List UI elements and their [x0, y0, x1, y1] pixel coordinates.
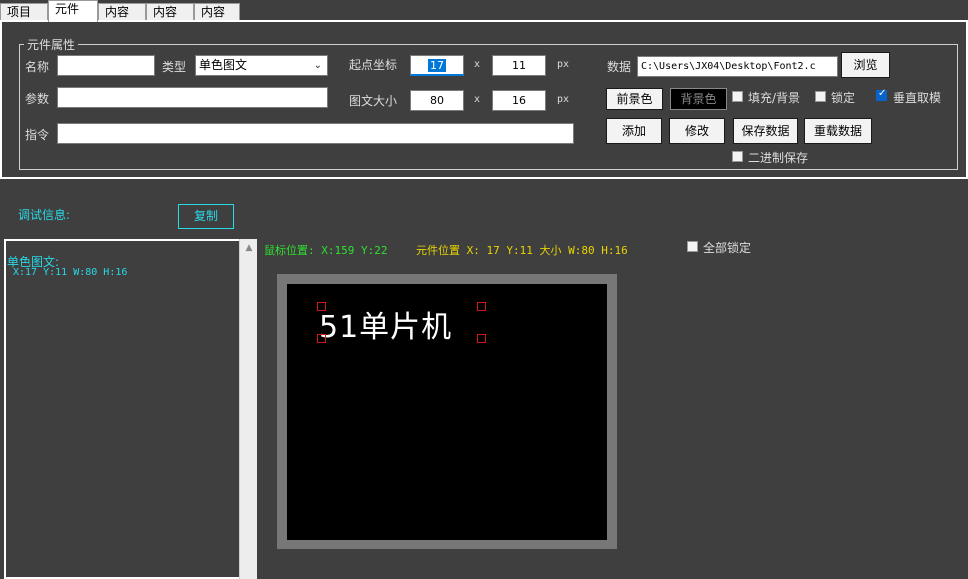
size-label: 图文大小: [349, 94, 398, 108]
data-path-input[interactable]: C:\Users\JX04\Desktop\Font2.c: [637, 56, 838, 77]
tab-component[interactable]: 元件: [48, 0, 98, 22]
mouse-position: 鼠标位置: X:159 Y:22: [264, 244, 388, 257]
start-coord-label: 起点坐标: [349, 58, 398, 72]
canvas-element-text[interactable]: 51单片机: [319, 302, 452, 346]
resize-handle-bottom-left[interactable]: [317, 334, 326, 343]
debug-output-panel[interactable]: 单色图文: X:17 Y:11 W:80 H:16: [4, 239, 239, 579]
reload-data-button[interactable]: 重载数据: [804, 118, 872, 144]
save-data-button[interactable]: 保存数据: [733, 118, 798, 144]
name-label: 名称: [25, 60, 50, 74]
binary-save-label: 二进制保存: [748, 151, 809, 165]
resize-handle-top-left[interactable]: [317, 302, 326, 311]
all-lock-checkbox[interactable]: [687, 241, 698, 252]
size-h-input[interactable]: 16: [492, 90, 546, 111]
fill-bg-checkbox[interactable]: [732, 91, 743, 102]
type-select[interactable]: 单色图文 ⌄: [195, 55, 328, 76]
copy-button[interactable]: 复制: [178, 204, 234, 229]
type-label: 类型: [162, 60, 187, 74]
background-color-button[interactable]: 背景色: [670, 88, 727, 110]
resize-handle-bottom-right[interactable]: [477, 334, 486, 343]
start-x-value: 17: [428, 59, 446, 72]
start-y-input[interactable]: 11: [492, 55, 546, 76]
resize-handle-top-right[interactable]: [477, 302, 486, 311]
all-lock-label: 全部锁定: [703, 241, 752, 255]
start-x-input[interactable]: 17: [410, 55, 464, 76]
browse-button[interactable]: 浏览: [841, 52, 890, 78]
add-button[interactable]: 添加: [606, 118, 662, 144]
lock-checkbox[interactable]: [815, 91, 826, 102]
unit-label: px: [557, 59, 570, 70]
fill-bg-label: 填充/背景: [748, 91, 801, 105]
modify-button[interactable]: 修改: [669, 118, 725, 144]
chevron-down-icon: ⌄: [313, 60, 322, 71]
debug-line-2: X:17 Y:11 W:80 H:16: [13, 267, 128, 278]
scroll-up-arrow-icon[interactable]: ▲: [240, 243, 258, 253]
size-x-separator: x: [474, 94, 481, 105]
vertical-mode-checkbox[interactable]: [876, 88, 887, 101]
debug-scrollbar[interactable]: ▲: [239, 239, 257, 579]
debug-info-title: 调试信息:: [18, 208, 71, 222]
foreground-color-button[interactable]: 前景色: [606, 88, 663, 110]
param-label: 参数: [25, 92, 50, 106]
group-title: 元件属性: [24, 36, 79, 53]
param-input[interactable]: [57, 87, 328, 108]
cmd-input[interactable]: [57, 123, 574, 144]
element-position: 元件位置 X: 17 Y:11 大小 W:80 H:16: [416, 244, 628, 257]
lock-label: 锁定: [831, 91, 856, 105]
tab-bar: 项目 元件 内容 内容 内容: [0, 0, 968, 22]
vertical-mode-label: 垂直取模: [893, 91, 942, 105]
name-input[interactable]: [57, 55, 155, 76]
binary-save-checkbox[interactable]: [732, 151, 743, 162]
x-separator: x: [474, 59, 481, 70]
data-label: 数据: [607, 60, 632, 74]
cmd-label: 指令: [25, 128, 50, 142]
type-select-value: 单色图文: [199, 58, 248, 72]
size-unit-label: px: [557, 94, 570, 105]
size-w-input[interactable]: 80: [410, 90, 464, 111]
